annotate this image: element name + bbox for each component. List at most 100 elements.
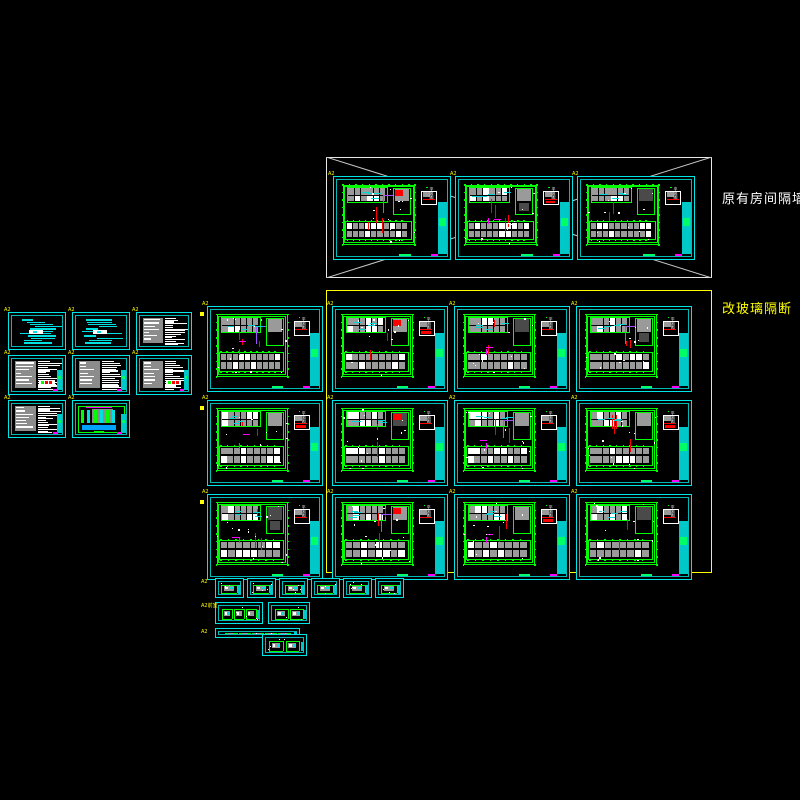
doc-sheet-4-sheet-tag: A2 (4, 350, 11, 356)
main-plan-sheet-12[interactable]: 平面图 A2 (571, 490, 692, 580)
detail-sheet-g3-3-title-block[interactable] (302, 585, 305, 594)
doc-sheet-5-title-block-accent (122, 376, 125, 380)
doc-sheet-2[interactable]: A2 (68, 308, 130, 350)
main-plan-sheet-6[interactable]: 平面图 A2 (327, 396, 448, 486)
top-plan-sheet-2-title-block[interactable] (560, 202, 569, 255)
main-plan-sheet-9[interactable]: 平面图 A2 (202, 490, 323, 580)
detail-sheet-g4-2-title-block[interactable] (304, 609, 307, 620)
detail-sheet-g4-2[interactable] (268, 602, 310, 624)
main-plan-sheet-10-title-block[interactable] (435, 520, 444, 575)
detail-sheet-g3-4[interactable] (311, 578, 340, 598)
doc-sheet-4[interactable]: A2 (4, 351, 66, 395)
top-plan-sheet-2-bottom-accent (520, 254, 533, 256)
main-plan-sheet-9-title-block[interactable] (310, 520, 319, 575)
main-plan-sheet-11-bottom-accent-2 (550, 574, 558, 576)
top-plan-sheet-1-sheet-tag: A2 (328, 171, 335, 177)
main-plan-sheet-7[interactable]: 平面图 A2 (449, 396, 570, 486)
doc-sheet-3[interactable]: A2 (132, 308, 192, 350)
doc-sheet-7-bottom-accent (53, 432, 59, 434)
doc-sheet-8-title-block-accent (122, 419, 125, 424)
main-plan-sheet-4-title-block-accent (680, 348, 687, 358)
detail-group-label-3: A2 (201, 579, 208, 585)
doc-sheet-6-title-block[interactable] (183, 370, 188, 390)
main-plan-sheet-8-sheet-tag: A2 (571, 395, 578, 401)
detail-sheet-g4-1[interactable] (215, 602, 263, 624)
main-plan-sheet-3[interactable]: 平面图 A2 (449, 302, 570, 392)
detail-sheet-g3-1-title-block[interactable] (238, 585, 241, 594)
detail-sheet-g4-1-inner (218, 605, 260, 621)
detail-sheet-g3-5[interactable] (343, 578, 372, 598)
doc-sheet-6-inner (139, 358, 189, 392)
doc-sheet-1-sheet-tag: A2 (4, 307, 11, 313)
main-plan-sheet-5[interactable]: 平面图 A2 (202, 396, 323, 486)
doc-sheet-8-title-block[interactable] (121, 414, 126, 434)
doc-sheet-7-sheet-tag: A2 (4, 395, 11, 401)
main-plan-sheet-8-title-block-accent (680, 442, 687, 452)
doc-sheet-7[interactable]: A2 (4, 396, 66, 438)
detail-sheet-g4-1-title-block[interactable] (257, 609, 260, 620)
main-plan-sheet-5-title-block[interactable] (310, 426, 319, 481)
main-plan-sheet-10-sheet-tag: A2 (327, 489, 334, 495)
top-plan-sheet-3[interactable]: 平面图 A2 (572, 172, 695, 260)
doc-sheet-7-title-block[interactable] (57, 414, 62, 434)
doc-sheet-4-inner (11, 358, 63, 392)
main-plan-sheet-3-title-block[interactable] (557, 332, 566, 387)
top-plan-sheet-1[interactable]: 平面图 A2 (328, 172, 451, 260)
stray-marker-2 (200, 406, 204, 410)
top-plan-sheet-1-title-block[interactable] (438, 202, 447, 255)
main-plan-sheet-11[interactable]: 平面图 A2 (449, 490, 570, 580)
stray-marker-1 (200, 312, 204, 316)
main-plan-sheet-11-title-block[interactable] (557, 520, 566, 575)
detail-sheet-g3-1[interactable] (215, 578, 244, 598)
detail-sheet-g3-2[interactable] (247, 578, 276, 598)
doc-sheet-1[interactable]: A2 (4, 308, 66, 350)
note-original-partition: 原有房间隔墙 (722, 192, 800, 207)
top-plan-sheet-1-vertical-label: 平面图 (429, 187, 435, 200)
detail-sheet-g3-6-title-block[interactable] (398, 585, 401, 594)
main-plan-sheet-4-sheet-tag: A2 (571, 301, 578, 307)
detail-sheet-g3-5-title-block[interactable] (366, 585, 369, 594)
main-plan-sheet-7-title-block-accent (558, 442, 565, 452)
detail-sheet-g5-2[interactable] (262, 634, 307, 656)
main-plan-sheet-8[interactable]: 平面图 A2 (571, 396, 692, 486)
top-plan-sheet-3-title-block[interactable] (682, 202, 691, 255)
doc-sheet-5[interactable]: A2 (68, 351, 130, 395)
main-plan-sheet-8-bottom-accent (640, 480, 653, 482)
main-plan-sheet-9-bottom-accent (271, 574, 284, 576)
detail-sheet-g3-2-title-block[interactable] (270, 585, 273, 594)
doc-sheet-6[interactable]: A2 (132, 351, 192, 395)
top-plan-sheet-2-sheet-tag: A2 (450, 171, 457, 177)
detail-sheet-g3-3[interactable] (279, 578, 308, 598)
main-plan-sheet-6-title-block[interactable] (435, 426, 444, 481)
detail-sheet-g3-6[interactable] (375, 578, 404, 598)
main-plan-sheet-2-title-block[interactable] (435, 332, 444, 387)
main-plan-sheet-12-title-block[interactable] (679, 520, 688, 575)
main-plan-sheet-10-title-block-accent (436, 536, 443, 546)
main-plan-sheet-7-title-block[interactable] (557, 426, 566, 481)
doc-sheet-4-title-block[interactable] (57, 370, 62, 390)
main-plan-sheet-10[interactable]: 平面图 A2 (327, 490, 448, 580)
main-plan-sheet-1[interactable]: 平面图 A2 (202, 302, 323, 392)
doc-sheet-7-inner (11, 403, 63, 435)
detail-sheet-g5-2-title-block[interactable] (301, 641, 304, 652)
main-plan-sheet-12-title-block-accent (680, 536, 687, 546)
main-plan-sheet-2-vertical-label: 平面图 (426, 317, 432, 330)
detail-sheet-g4-2-inner (271, 605, 307, 621)
main-plan-sheet-2[interactable]: 平面图 A2 (327, 302, 448, 392)
main-plan-sheet-4-title-block[interactable] (679, 332, 688, 387)
top-plan-sheet-3-title-block-accent (683, 217, 690, 227)
main-plan-sheet-7-vertical-label: 平面图 (548, 411, 554, 424)
main-plan-sheet-12-bottom-accent (640, 574, 653, 576)
detail-sheet-g5-2-inner (265, 637, 304, 653)
doc-sheet-5-inner (75, 358, 127, 392)
main-plan-sheet-5-vertical-label: 平面图 (301, 411, 307, 424)
doc-sheet-5-sheet-tag: A2 (68, 350, 75, 356)
main-plan-sheet-8-title-block[interactable] (679, 426, 688, 481)
main-plan-sheet-1-title-block[interactable] (310, 332, 319, 387)
main-plan-sheet-4[interactable]: 平面图 A2 (571, 302, 692, 392)
doc-sheet-5-title-block[interactable] (121, 370, 126, 390)
main-plan-sheet-3-sheet-tag: A2 (449, 301, 456, 307)
detail-sheet-g3-4-title-block[interactable] (334, 585, 337, 594)
doc-sheet-8[interactable]: A2 (68, 396, 130, 438)
top-plan-sheet-2[interactable]: 平面图 A2 (450, 172, 573, 260)
